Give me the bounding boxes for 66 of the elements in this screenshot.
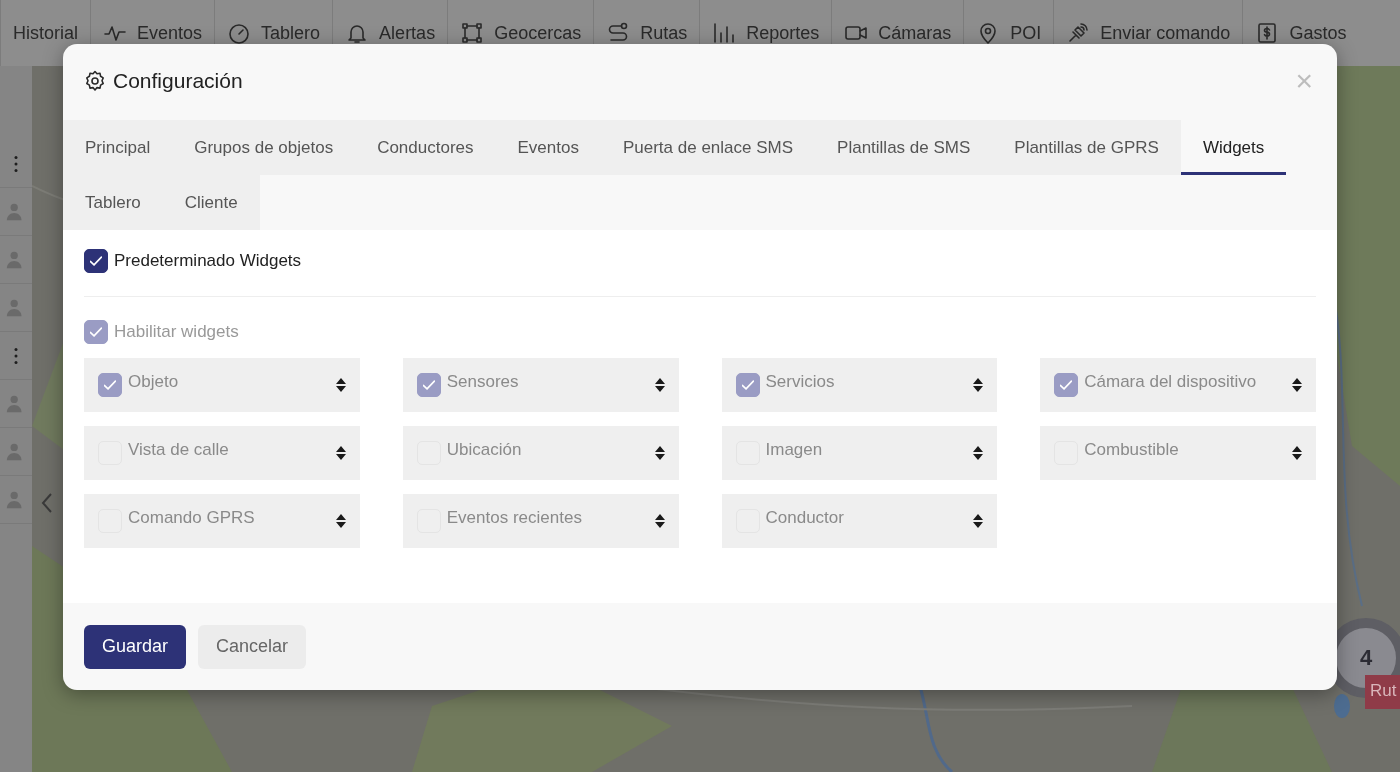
dialog-title: Configuración — [113, 68, 243, 93]
sort-icon[interactable] — [654, 514, 665, 528]
widget-label: Cámara del dispositivo — [1084, 372, 1258, 392]
sort-icon[interactable] — [335, 514, 346, 528]
widget-label: Ubicación — [446, 440, 523, 460]
tab[interactable]: Puerta de enlace SMS — [600, 120, 816, 175]
widget-label: Imagen — [765, 440, 824, 460]
sort-icon[interactable] — [1292, 378, 1302, 392]
checkbox[interactable] — [416, 373, 441, 397]
checkbox[interactable] — [1054, 373, 1079, 397]
route-label: Rut — [1365, 675, 1400, 709]
checkbox[interactable] — [98, 373, 122, 397]
cancel-button[interactable]: Cancelar — [198, 624, 307, 669]
kebab-menu-icon[interactable] — [14, 154, 18, 173]
sort-icon[interactable] — [1292, 446, 1302, 460]
checkbox-label: Habilitar widgets — [114, 322, 239, 342]
check-icon — [104, 380, 116, 390]
checkbox[interactable] — [735, 373, 760, 397]
widget-option[interactable]: Cámara del dispositivo — [1040, 358, 1316, 412]
tab[interactable]: Principal — [63, 120, 173, 175]
widget-option[interactable]: Sensores — [402, 358, 679, 412]
widget-option[interactable]: Vista de calle — [84, 426, 360, 480]
bar-chart-icon — [712, 21, 737, 45]
widget-label: Conductor — [765, 508, 845, 528]
kebab-menu-icon[interactable] — [14, 346, 18, 365]
sort-icon[interactable] — [973, 446, 984, 460]
sort-icon[interactable] — [335, 378, 346, 392]
widget-option[interactable]: Conductor — [721, 494, 998, 548]
checkbox-label: Predeterminado Widgets — [114, 251, 302, 271]
checkbox[interactable] — [84, 249, 108, 273]
widget-label: Servicios — [765, 372, 836, 392]
widget-option[interactable]: Comando GPRS — [84, 494, 360, 548]
sort-icon[interactable] — [973, 378, 984, 392]
widget-label: Combustible — [1084, 440, 1180, 460]
widget-option[interactable]: Objeto — [84, 358, 360, 412]
tab[interactable]: Tablero — [63, 175, 163, 230]
check-icon — [741, 380, 754, 390]
tab[interactable]: Plantillas de GPRS — [992, 120, 1181, 175]
widget-option[interactable]: Imagen — [721, 426, 998, 480]
sort-icon[interactable] — [973, 514, 984, 528]
tab[interactable]: Cliente — [162, 175, 260, 230]
check-icon — [90, 327, 102, 337]
sort-icon[interactable] — [654, 378, 665, 392]
tab[interactable]: Eventos — [495, 120, 601, 175]
widget-label: Sensores — [446, 372, 520, 392]
settings-icon — [83, 68, 107, 93]
tab[interactable]: Conductores — [355, 120, 496, 175]
check-icon — [1060, 380, 1073, 390]
widget-option[interactable]: Combustible — [1040, 426, 1316, 480]
check-icon — [90, 256, 102, 266]
widget-option[interactable]: Servicios — [721, 358, 998, 412]
check-icon — [422, 380, 435, 390]
satellite-icon — [1066, 21, 1091, 45]
tab[interactable]: Grupos de objetos — [172, 120, 356, 175]
widget-option[interactable]: Ubicación — [402, 426, 679, 480]
widget-option[interactable]: Eventos recientes — [402, 494, 679, 548]
tab[interactable]: Plantillas de SMS — [815, 120, 993, 175]
widget-label: Vista de calle — [128, 440, 230, 460]
widget-label: Objeto — [128, 372, 180, 392]
widget-label: Eventos recientes — [446, 508, 583, 528]
sort-icon[interactable] — [654, 446, 665, 460]
save-button[interactable]: Guardar — [84, 624, 187, 669]
gauge-icon — [227, 21, 252, 45]
polygon-icon — [460, 21, 485, 45]
widget-label: Comando GPRS — [128, 508, 256, 528]
sort-icon[interactable] — [335, 446, 346, 460]
